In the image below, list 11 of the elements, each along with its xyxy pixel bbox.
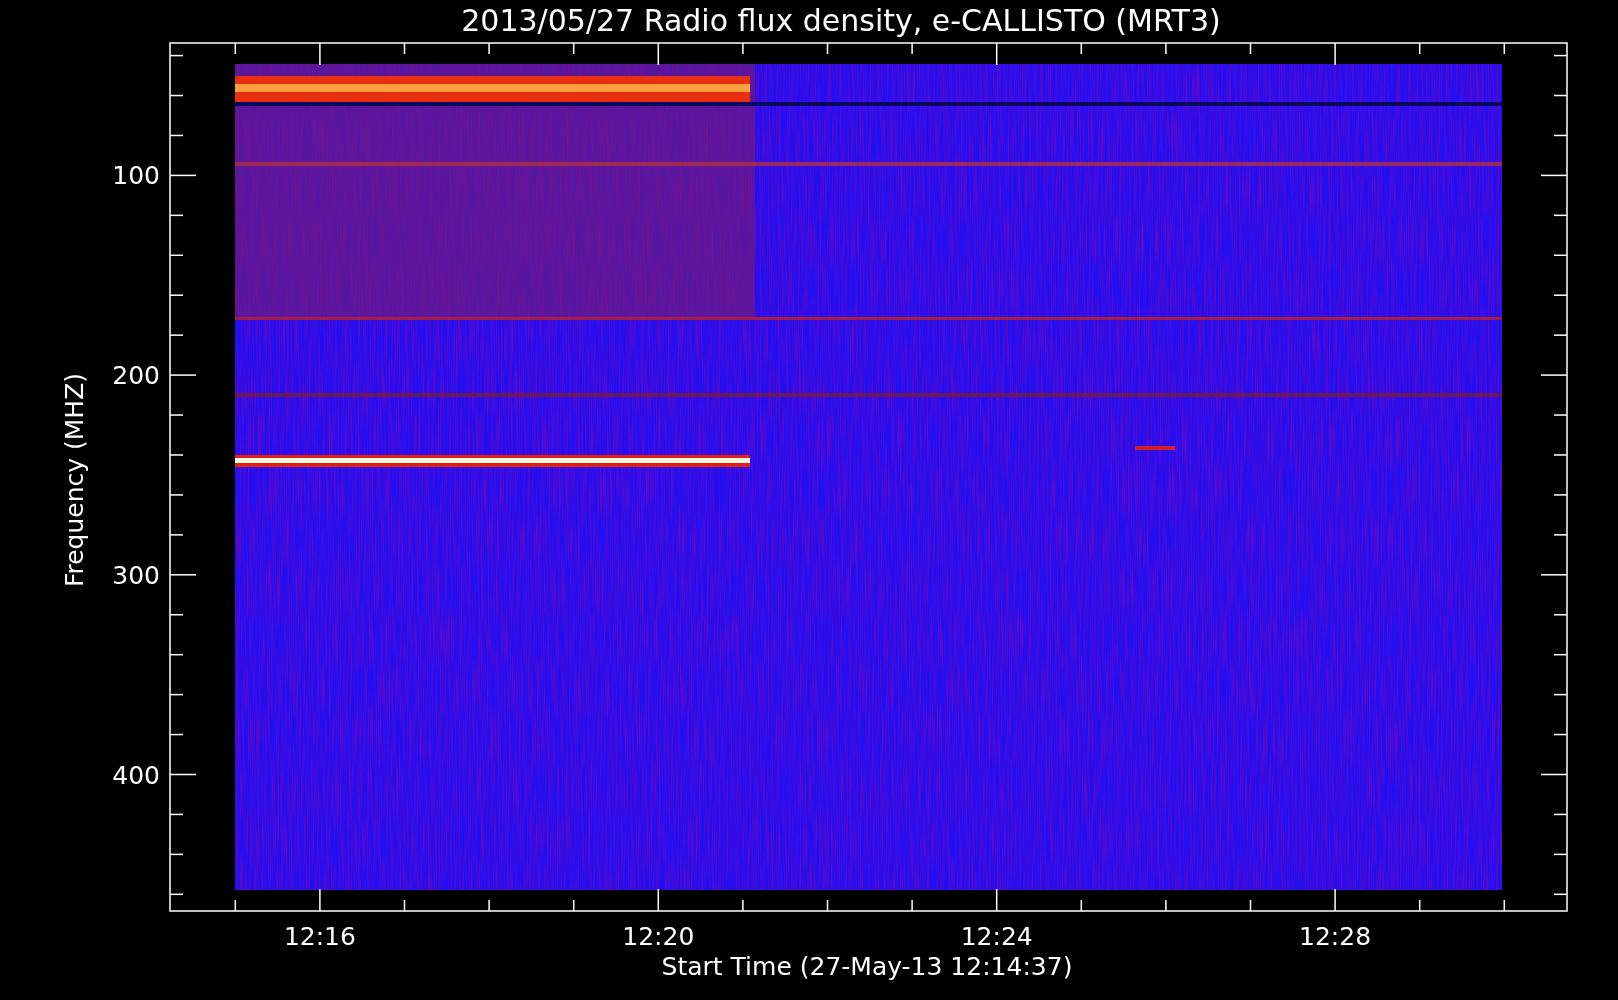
x-axis-label: Start Time (27-May-13 12:14:37) xyxy=(661,952,1073,981)
x-tick-label: 12:24 xyxy=(960,922,1033,951)
x-tick-label: 12:20 xyxy=(622,922,695,951)
y-axis-label: Frequency (MHZ) xyxy=(60,372,89,588)
x-tick-label: 12:28 xyxy=(1299,922,1372,951)
y-tick-label: 200 xyxy=(112,361,160,391)
y-tick-label: 100 xyxy=(112,161,160,191)
chart-title: 2013/05/27 Radio flux density, e-CALLISTO (MRT3) xyxy=(461,3,1221,38)
y-tick-label: 300 xyxy=(112,560,160,590)
y-tick-label: 400 xyxy=(112,760,160,790)
x-tick-label: 12:16 xyxy=(283,922,356,951)
